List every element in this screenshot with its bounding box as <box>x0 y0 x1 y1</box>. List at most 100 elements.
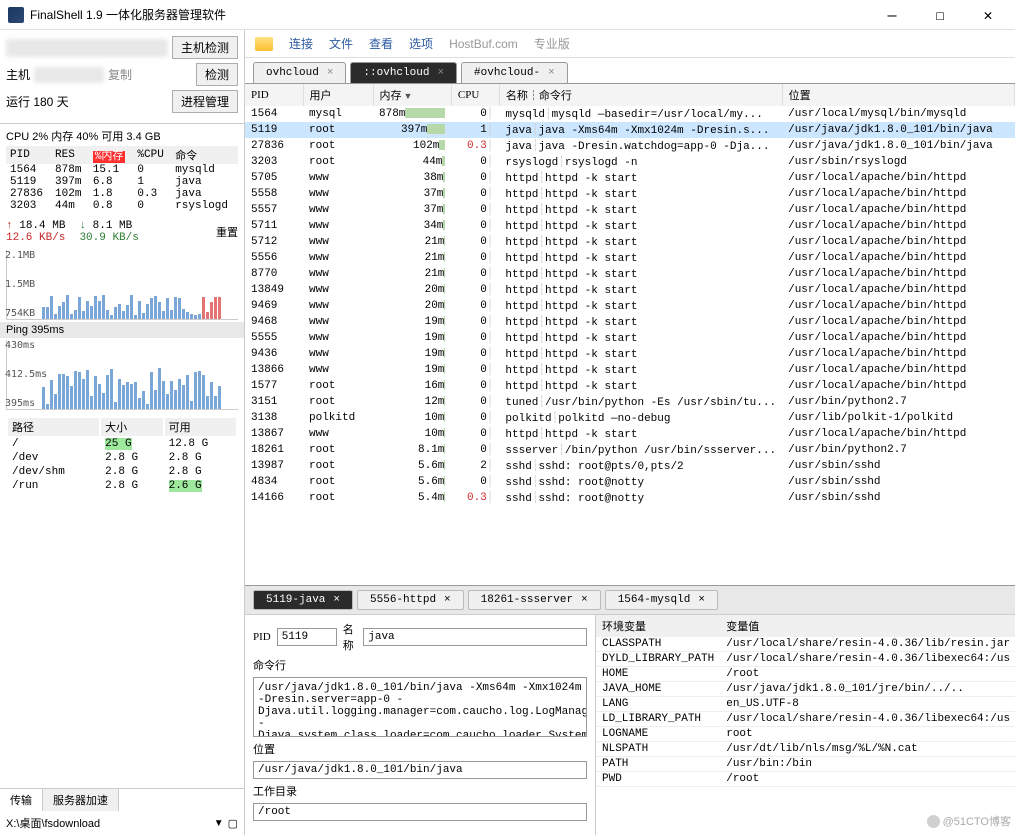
open-folder-icon[interactable]: ▢ <box>228 817 238 830</box>
process-row[interactable]: 27836root102m0.3│java┆java -Dresin.watch… <box>245 138 1015 154</box>
close-icon[interactable]: × <box>437 67 444 79</box>
env-row[interactable]: JAVA_HOME/usr/java/jdk1.8.0_101/jre/bin/… <box>596 682 1015 697</box>
reset-link[interactable]: 重置 <box>216 224 238 240</box>
close-icon[interactable]: × <box>333 594 340 606</box>
menu-view[interactable]: 查看 <box>369 35 393 52</box>
process-row[interactable]: 13987root5.6m2│sshd┆sshd: root@pts/0,pts… <box>245 458 1015 474</box>
detail-tab[interactable]: 5556-httpd× <box>357 590 464 610</box>
close-icon[interactable]: × <box>327 67 334 79</box>
col-cmd[interactable]: 命令 <box>171 146 238 164</box>
hdr-user[interactable]: 用户 <box>303 84 373 106</box>
path-label: 位置 <box>253 741 587 757</box>
tab-accelerate[interactable]: 服务器加速 <box>43 789 119 811</box>
name-input[interactable] <box>363 628 587 646</box>
process-row[interactable]: 14166root5.4m0.3│sshd┆sshd: root@notty/u… <box>245 490 1015 506</box>
process-row[interactable]: 5705www38m0│httpd┆httpd -k start/usr/loc… <box>245 170 1015 186</box>
env-row[interactable]: PATH/usr/bin:/bin <box>596 757 1015 772</box>
process-row[interactable]: 18261root8.1m0│ssserver┆/bin/python /usr… <box>245 442 1015 458</box>
connection-tab[interactable]: #ovhcloud-× <box>461 62 568 83</box>
detail-tab[interactable]: 1564-mysqld× <box>605 590 718 610</box>
tab-transfer[interactable]: 传输 <box>0 789 43 811</box>
cmd-textarea[interactable]: /usr/java/jdk1.8.0_101/bin/java -Xms64m … <box>253 677 587 737</box>
hdr-path[interactable]: 位置 <box>782 84 1014 106</box>
hdr-mem[interactable]: 内存▼ <box>373 84 451 106</box>
col-cpupct[interactable]: %CPU <box>133 146 171 164</box>
col-mempct[interactable]: %内存 <box>89 146 134 164</box>
connection-tab[interactable]: ovhcloud× <box>253 62 346 83</box>
col-pid[interactable]: PID <box>6 146 51 164</box>
detail-tab[interactable]: 18261-ssserver× <box>468 590 601 610</box>
env-row[interactable]: NLSPATH/usr/dt/lib/nls/msg/%L/%N.cat <box>596 742 1015 757</box>
close-icon[interactable]: × <box>698 594 705 606</box>
col-res[interactable]: RES <box>51 146 89 164</box>
process-row[interactable]: 5556www21m0│httpd┆httpd -k start/usr/loc… <box>245 250 1015 266</box>
env-row[interactable]: DYLD_LIBRARY_PATH/usr/local/share/resin-… <box>596 652 1015 667</box>
process-table: PID 用户 内存▼ CPU 名称┆命令行 位置 1564mysql878m0│… <box>245 84 1015 585</box>
disk-row[interactable]: /dev/shm2.8 G2.8 G <box>8 466 236 478</box>
detect-button[interactable]: 检测 <box>196 63 238 86</box>
process-row[interactable]: 13849www20m0│httpd┆httpd -k start/usr/lo… <box>245 282 1015 298</box>
process-row[interactable]: 3203root44m0│rsyslogd┆rsyslogd -n/usr/sb… <box>245 154 1015 170</box>
mini-process-table: PID RES %内存 %CPU 命令 1564878m15.10mysqld5… <box>6 146 238 212</box>
env-row[interactable]: HOME/root <box>596 667 1015 682</box>
connection-tab[interactable]: ::ovhcloud× <box>350 62 457 83</box>
env-row[interactable]: LANGen_US.UTF-8 <box>596 697 1015 712</box>
process-row[interactable]: 8770www21m0│httpd┆httpd -k start/usr/loc… <box>245 266 1015 282</box>
pro-link[interactable]: 专业版 <box>534 35 570 52</box>
process-manager-button[interactable]: 进程管理 <box>172 90 238 113</box>
process-row[interactable]: 9468www19m0│httpd┆httpd -k start/usr/loc… <box>245 314 1015 330</box>
disk-row[interactable]: /25 G12.8 G <box>8 438 236 450</box>
process-row[interactable]: 1564mysql878m0│mysqld┆mysqld —basedir=/u… <box>245 106 1015 122</box>
maximize-button[interactable]: ☐ <box>925 6 955 24</box>
hostbuf-link[interactable]: HostBuf.com <box>449 37 518 51</box>
wd-label: 工作目录 <box>253 783 587 799</box>
download-path[interactable]: X:\桌面\fsdownload <box>6 815 210 831</box>
folder-icon[interactable] <box>255 37 273 51</box>
menu-connect[interactable]: 连接 <box>289 35 313 52</box>
mini-row[interactable]: 1564878m15.10mysqld <box>6 164 238 176</box>
chevron-down-icon[interactable]: ▼ <box>214 818 224 829</box>
process-row[interactable]: 5712www21m0│httpd┆httpd -k start/usr/loc… <box>245 234 1015 250</box>
process-row[interactable]: 1577root16m0│httpd┆httpd -k start/usr/lo… <box>245 378 1015 394</box>
cpu-mem-summary: CPU 2% 内存 40% 可用 3.4 GB <box>6 128 238 144</box>
close-icon[interactable]: × <box>581 594 588 606</box>
wd-input[interactable] <box>253 803 587 821</box>
hdr-pid[interactable]: PID <box>245 84 303 106</box>
hdr-cmd[interactable]: 名称┆命令行 <box>499 84 782 106</box>
process-row[interactable]: 5558www37m0│httpd┆httpd -k start/usr/loc… <box>245 186 1015 202</box>
process-row[interactable]: 5555www19m0│httpd┆httpd -k start/usr/loc… <box>245 330 1015 346</box>
watermark-icon <box>927 815 940 828</box>
host-detect-button[interactable]: 主机检测 <box>172 36 238 59</box>
close-icon[interactable]: × <box>444 594 451 606</box>
env-row[interactable]: PWD/root <box>596 772 1015 787</box>
disk-row[interactable]: /run2.8 G2.6 G <box>8 480 236 492</box>
process-row[interactable]: 5119root397m1│java┆java -Xms64m -Xmx1024… <box>245 122 1015 138</box>
env-row[interactable]: LOGNAMEroot <box>596 727 1015 742</box>
process-row[interactable]: 13866www19m0│httpd┆httpd -k start/usr/lo… <box>245 362 1015 378</box>
process-row[interactable]: 5711www34m0│httpd┆httpd -k start/usr/loc… <box>245 218 1015 234</box>
process-row[interactable]: 13867www10m0│httpd┆httpd -k start/usr/lo… <box>245 426 1015 442</box>
mini-row[interactable]: 320344m0.80rsyslogd <box>6 200 238 212</box>
hdr-cpu[interactable]: CPU <box>451 84 499 106</box>
mini-row[interactable]: 27836102m1.80.3java <box>6 188 238 200</box>
close-button[interactable]: ✕ <box>973 6 1003 24</box>
process-row[interactable]: 3151root12m0│tuned┆/usr/bin/python -Es /… <box>245 394 1015 410</box>
detail-tab[interactable]: 5119-java× <box>253 590 353 610</box>
copy-link[interactable]: 复制 <box>108 66 132 83</box>
process-row[interactable]: 3138polkitd10m0│polkitd┆polkitd —no-debu… <box>245 410 1015 426</box>
close-icon[interactable]: × <box>548 67 555 79</box>
process-row[interactable]: 9436www19m0│httpd┆httpd -k start/usr/loc… <box>245 346 1015 362</box>
disk-row[interactable]: /dev2.8 G2.8 G <box>8 452 236 464</box>
env-row[interactable]: LD_LIBRARY_PATH/usr/local/share/resin-4.… <box>596 712 1015 727</box>
mini-row[interactable]: 5119397m6.81java <box>6 176 238 188</box>
process-row[interactable]: 9469www20m0│httpd┆httpd -k start/usr/loc… <box>245 298 1015 314</box>
process-row[interactable]: 5557www37m0│httpd┆httpd -k start/usr/loc… <box>245 202 1015 218</box>
menu-file[interactable]: 文件 <box>329 35 353 52</box>
env-row[interactable]: CLASSPATH/usr/local/share/resin-4.0.36/l… <box>596 637 1015 652</box>
host-ip-blurred <box>34 67 104 83</box>
path-input[interactable] <box>253 761 587 779</box>
process-row[interactable]: 4834root5.6m0│sshd┆sshd: root@notty/usr/… <box>245 474 1015 490</box>
pid-input[interactable] <box>277 628 337 646</box>
menu-options[interactable]: 选项 <box>409 35 433 52</box>
minimize-button[interactable]: — <box>877 6 907 24</box>
